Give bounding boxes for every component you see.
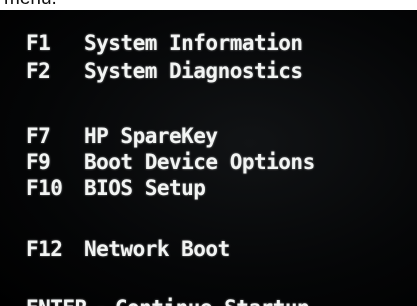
enter-label: Continue Startup [115, 295, 310, 306]
menu-item-label: System Diagnostics [84, 59, 303, 83]
menu-item-key: F12 [26, 237, 63, 261]
caption-text: menu. [0, 0, 417, 10]
menu-item-key: F9 [26, 150, 51, 174]
menu-item-system-diagnostics[interactable]: F2 System Diagnostics [26, 58, 303, 84]
menu-item-bios-setup[interactable]: F10 BIOS Setup [26, 175, 206, 201]
menu-item-label: BIOS Setup [84, 176, 206, 200]
menu-item-system-information[interactable]: F1 System Information [26, 30, 303, 56]
menu-item-key: F1 [26, 31, 51, 55]
menu-item-label: HP SpareKey [84, 124, 218, 148]
bios-startup-screen: F1 System Information F2 System Diagnostic… [0, 10, 417, 306]
menu-item-label: Boot Device Options [84, 150, 315, 174]
menu-item-key: F2 [26, 59, 51, 83]
menu-item-network-boot[interactable]: F12 Network Boot [26, 236, 230, 262]
menu-item-key: F7 [26, 124, 51, 148]
menu-item-continue-startup[interactable]: ENTER-Continue Startup [26, 295, 310, 306]
menu-item-label: Network Boot [84, 237, 230, 261]
enter-separator: - [87, 295, 115, 306]
menu-item-hp-sparekey[interactable]: F7 HP SpareKey [26, 123, 218, 149]
menu-item-label: System Information [84, 31, 303, 55]
enter-key: ENTER [26, 295, 87, 306]
menu-item-boot-device-options[interactable]: F9 Boot Device Options [26, 149, 315, 175]
menu-item-key: F10 [26, 176, 63, 200]
